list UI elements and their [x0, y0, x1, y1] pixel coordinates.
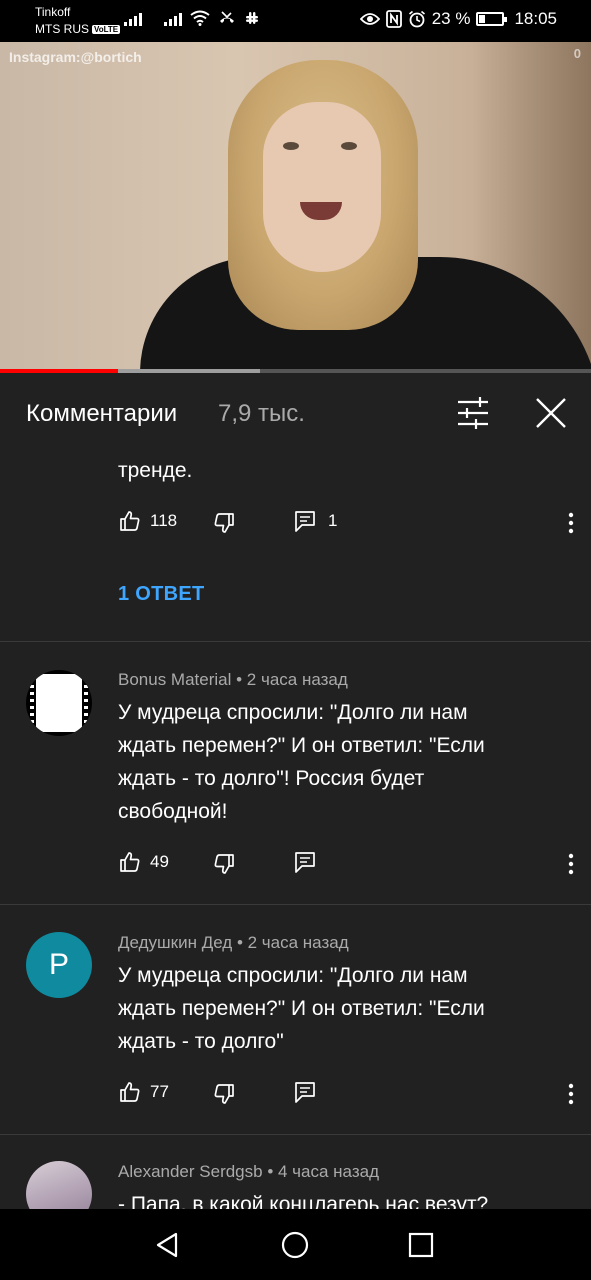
- comment-actions: 118 1: [118, 509, 578, 539]
- dislike-button[interactable]: [212, 511, 236, 540]
- comment-text: - Папа, в какой концлагерь нас везут?: [118, 1188, 558, 1209]
- avatar[interactable]: [26, 1161, 92, 1209]
- battery-fill: [479, 15, 485, 23]
- reply-icon: [295, 1082, 315, 1103]
- recent-apps-icon: [408, 1232, 434, 1258]
- sort-filter-button[interactable]: [450, 393, 496, 433]
- like-count: 77: [150, 1082, 169, 1101]
- comments-list[interactable]: тренде. 118 1 1 ОТВЕТ Bonus Material • 2…: [0, 451, 591, 1209]
- comment-author[interactable]: Alexander Serdgsb: [118, 1162, 263, 1181]
- like-button[interactable]: 118: [118, 509, 177, 533]
- comment-divider: [0, 1134, 591, 1135]
- signal-icon-2: [164, 10, 182, 26]
- comment-actions: 77: [118, 1080, 578, 1110]
- comment-author[interactable]: Bonus Material: [118, 670, 231, 689]
- video-subject-eye-left: [283, 142, 299, 150]
- wifi-icon: [190, 10, 210, 26]
- comment-text-line: свободной!: [118, 800, 228, 823]
- reply-button[interactable]: 1: [294, 509, 337, 533]
- video-player[interactable]: Instagram:@bortich 0: [0, 42, 591, 370]
- comment-text-line: У мудреца спросили: "Долго ли нам: [118, 701, 468, 724]
- comment-divider: [0, 904, 591, 905]
- like-button[interactable]: 77: [118, 1080, 169, 1104]
- comment-text: У мудреца спросили: "Долго ли нам ждать …: [118, 696, 558, 828]
- comment-text-line: ждать - то долго"! Россия будет: [118, 767, 425, 790]
- comment-time: 2 часа назад: [247, 933, 349, 952]
- comment-meta: Дедушкин Дед • 2 часа назад: [118, 933, 349, 952]
- like-count: 49: [150, 852, 169, 871]
- comment-text-line: ждать перемен?" И он ответил: "Если: [118, 734, 485, 757]
- comment-author[interactable]: Дедушкин Дед: [118, 933, 232, 952]
- more-vert-icon: [568, 853, 574, 875]
- comments-count: 7,9 тыс.: [218, 400, 305, 427]
- comment-text-line: ждать - то долго": [118, 1030, 284, 1053]
- status-icons-right: 23 % 18:05: [359, 9, 557, 29]
- clock: 18:05: [514, 9, 557, 28]
- filter-icon: [458, 397, 488, 429]
- back-icon: [156, 1232, 178, 1258]
- reply-count: 1: [328, 511, 338, 530]
- home-icon: [281, 1231, 309, 1259]
- thumb-up-icon: [120, 511, 140, 531]
- reply-icon: [295, 852, 315, 873]
- view-replies-link[interactable]: 1 ОТВЕТ: [118, 583, 205, 606]
- system-nav-bar: [0, 1209, 591, 1280]
- close-icon: [536, 398, 566, 428]
- thumb-down-icon: [214, 513, 234, 533]
- more-options-button[interactable]: [564, 852, 578, 876]
- comment-text: тренде.: [118, 459, 193, 482]
- avatar[interactable]: [26, 670, 92, 736]
- comment-actions: 49: [118, 850, 578, 880]
- video-subject-eye-right: [341, 142, 357, 150]
- video-watermark: Instagram:@bortich: [9, 49, 142, 65]
- status-icons-left: [124, 10, 260, 26]
- carrier-name-1: Tinkoff: [35, 5, 71, 19]
- comment-meta: Bonus Material • 2 часа назад: [118, 670, 348, 689]
- comment-time: 4 часа назад: [278, 1162, 379, 1181]
- carrier-name-2-text: MTS RUS: [35, 22, 89, 36]
- thumb-up-icon: [120, 1082, 140, 1102]
- like-button[interactable]: 49: [118, 850, 169, 874]
- more-vert-icon: [568, 1083, 574, 1105]
- comment-text-line: - Папа, в какой концлагерь нас везут?: [118, 1193, 489, 1209]
- more-vert-icon: [568, 512, 574, 534]
- comment-divider: [0, 641, 591, 642]
- video-corner-mark: 0: [573, 46, 581, 61]
- battery-percent: 23 %: [431, 9, 471, 28]
- nfc-icon: [385, 10, 402, 28]
- more-options-button[interactable]: [564, 511, 578, 535]
- eye-icon: [359, 13, 380, 25]
- slack-icon: [246, 12, 258, 24]
- carrier-name-2: MTS RUS VoLTE: [35, 22, 121, 36]
- comments-header: Комментарии 7,9 тыс.: [0, 373, 591, 451]
- thumb-down-icon: [214, 1084, 234, 1104]
- dislike-button[interactable]: [212, 852, 236, 881]
- reply-icon: [295, 511, 315, 532]
- like-count: 118: [150, 511, 178, 530]
- dislike-button[interactable]: [212, 1082, 236, 1111]
- status-bar: Tinkoff MTS RUS VoLTE 23 % 18:05: [0, 0, 591, 42]
- comment-text-line: У мудреца спросили: "Долго ли нам: [118, 964, 468, 987]
- more-options-button[interactable]: [564, 1082, 578, 1106]
- comment-text-line: ждать перемен?" И он ответил: "Если: [118, 997, 485, 1020]
- signal-icon: [124, 10, 142, 26]
- avatar[interactable]: P: [26, 932, 92, 998]
- comment-time: 2 часа назад: [246, 670, 348, 689]
- comment-text: У мудреца спросили: "Долго ли нам ждать …: [118, 959, 558, 1058]
- alarm-icon: [408, 10, 425, 28]
- reply-button[interactable]: [294, 1080, 316, 1104]
- volte-badge: VoLTE: [92, 25, 121, 34]
- nav-recent-apps-button[interactable]: [407, 1231, 435, 1264]
- thumb-down-icon: [214, 854, 234, 874]
- battery-icon: [476, 12, 508, 26]
- comment-meta: Alexander Serdgsb • 4 часа назад: [118, 1162, 379, 1181]
- video-subject-face: [263, 102, 381, 272]
- nav-home-button[interactable]: [281, 1231, 309, 1264]
- reply-button[interactable]: [294, 850, 316, 874]
- close-comments-button[interactable]: [528, 391, 574, 435]
- thumb-up-icon: [120, 852, 140, 872]
- comments-title: Комментарии: [26, 400, 178, 427]
- nav-back-button[interactable]: [154, 1231, 182, 1264]
- missed-call-icon: [220, 11, 234, 23]
